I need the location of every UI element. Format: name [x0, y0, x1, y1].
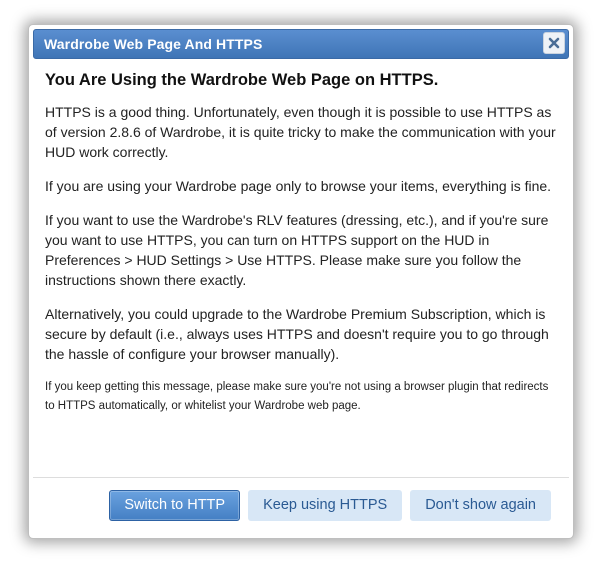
dont-show-again-button[interactable]: Don't show again: [410, 490, 551, 521]
page-backdrop: Wardrobe Web Page And HTTPS You Are Usin…: [0, 0, 600, 565]
switch-to-http-button[interactable]: Switch to HTTP: [109, 490, 241, 521]
paragraph-browse-only: If you are using your Wardrobe page only…: [45, 178, 552, 194]
paragraph-premium: Alternatively, you could upgrade to the …: [45, 306, 549, 362]
paragraph-plugin-note: If you keep getting this message, please…: [45, 381, 549, 412]
dialog-button-row: Switch to HTTP Keep using HTTPS Don't sh…: [109, 490, 551, 521]
dialog-title: Wardrobe Web Page And HTTPS: [44, 36, 263, 52]
paragraph-rlv-features: If you want to use the Wardrobe's RLV fe…: [45, 212, 549, 288]
close-button[interactable]: [543, 32, 565, 54]
footer-divider: [33, 477, 569, 478]
dialog-titlebar[interactable]: Wardrobe Web Page And HTTPS: [33, 29, 569, 59]
paragraph-https-intro: HTTPS is a good thing. Unfortunately, ev…: [45, 104, 556, 160]
https-warning-dialog: Wardrobe Web Page And HTTPS You Are Usin…: [28, 24, 574, 539]
close-icon: [548, 37, 560, 49]
dialog-heading: You Are Using the Wardrobe Web Page on H…: [45, 71, 439, 89]
dialog-content: You Are Using the Wardrobe Web Page on H…: [45, 69, 557, 416]
keep-using-https-button[interactable]: Keep using HTTPS: [248, 490, 403, 521]
